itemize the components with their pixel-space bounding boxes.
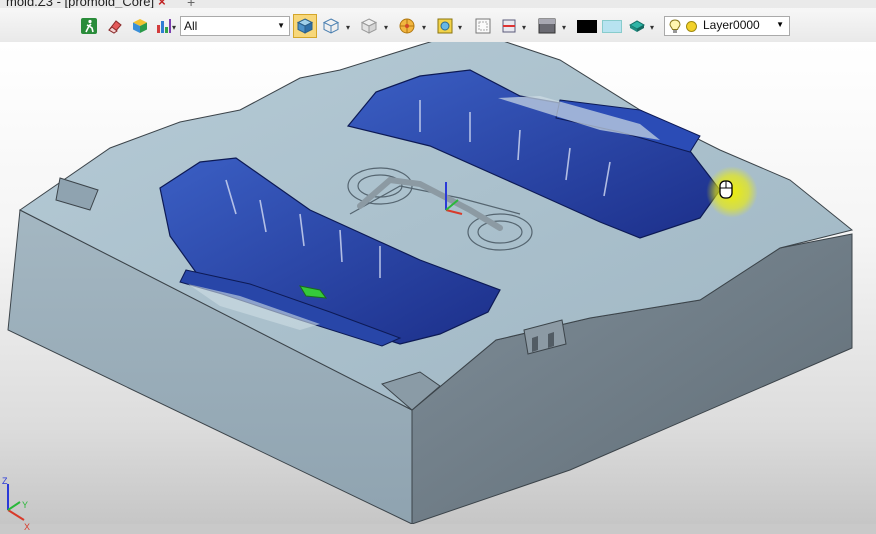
chevron-down-icon[interactable]: ▾ — [172, 23, 176, 32]
selection-filter-dropdown[interactable]: All ▼ — [180, 16, 290, 36]
x-axis-line — [7, 509, 25, 521]
render-mode-icon[interactable] — [398, 17, 416, 35]
new-tab-icon[interactable]: + — [187, 0, 195, 8]
hidden-line-icon[interactable] — [360, 17, 378, 35]
layer-color-dot — [686, 21, 697, 32]
eraser-icon[interactable] — [106, 17, 124, 35]
chevron-down-icon[interactable]: ▾ — [650, 23, 654, 32]
chevron-down-icon: ▼ — [776, 20, 784, 29]
selection-filter-value: All — [184, 19, 198, 33]
layer-name: Layer0000 — [703, 18, 760, 32]
shaded-display-icon — [296, 18, 314, 34]
document-tab-label: mold.Z3 - [promold_Core] — [6, 0, 155, 8]
mold-core-model[interactable] — [0, 42, 876, 524]
color-black-swatch[interactable] — [577, 20, 597, 33]
shaded-display-button[interactable] — [293, 14, 317, 38]
run-icon[interactable] — [80, 17, 98, 35]
z-axis-label: Z — [2, 476, 8, 486]
layer-dropdown[interactable]: Layer0000 ▼ — [664, 16, 790, 36]
document-tab[interactable]: mold.Z3 - [promold_Core] × — [0, 0, 172, 8]
toolbar: ▾ All ▼ ▾ ▾ ▾ ▾ ▾ ▾ ▾ Layer0000 ▼ — [0, 8, 876, 43]
section-icon[interactable] — [500, 17, 518, 35]
title-bar: mold.Z3 - [promold_Core] × + — [0, 0, 876, 8]
background-icon[interactable] — [538, 17, 556, 35]
close-tab-icon[interactable]: × — [158, 0, 166, 8]
axis-triad: Z Y X — [2, 476, 30, 532]
mouse-cursor-icon — [719, 180, 733, 199]
material-icon[interactable] — [628, 17, 646, 35]
color-lightblue-swatch[interactable] — [602, 20, 622, 33]
cube-color-icon[interactable] — [131, 17, 149, 35]
chevron-down-icon[interactable]: ▾ — [346, 23, 350, 32]
chart-icon[interactable] — [155, 17, 173, 35]
chevron-down-icon[interactable]: ▾ — [562, 23, 566, 32]
chevron-down-icon: ▼ — [277, 21, 285, 30]
wireframe-display-icon[interactable] — [322, 17, 340, 35]
y-axis-label: Y — [22, 500, 28, 510]
light-bulb-icon — [669, 19, 681, 33]
chevron-down-icon[interactable]: ▾ — [458, 23, 462, 32]
chevron-down-icon[interactable]: ▾ — [384, 23, 388, 32]
y-axis-line — [7, 501, 21, 511]
chevron-down-icon[interactable]: ▾ — [422, 23, 426, 32]
view-orient-icon[interactable] — [436, 17, 454, 35]
chevron-down-icon[interactable]: ▾ — [522, 23, 526, 32]
3d-viewport[interactable]: Z Y X — [0, 42, 876, 532]
frame-icon[interactable] — [474, 17, 492, 35]
